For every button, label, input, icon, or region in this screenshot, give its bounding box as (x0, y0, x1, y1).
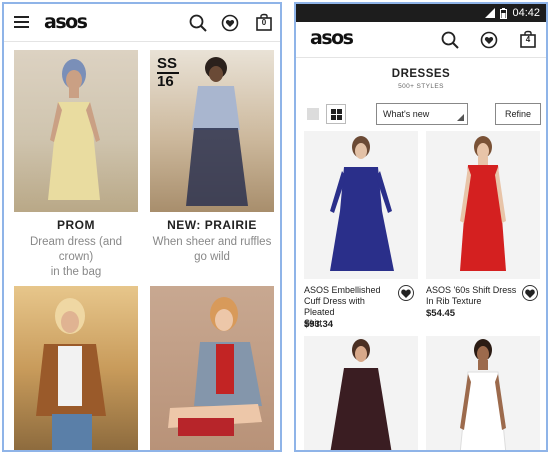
product-name-line1: ASOS '60s Shift Dress (426, 285, 517, 295)
page-subtitle: 500+ STYLES (398, 83, 444, 90)
shopping-bag-icon[interactable]: 0 (255, 12, 273, 32)
bag-count: 0 (261, 18, 267, 27)
tile-title: NEW: PRAIRIE (167, 218, 257, 232)
tile-subtitle-line2: go wild (194, 251, 230, 263)
tile-title: PROM (57, 218, 95, 232)
fringe-jacket-tile-image[interactable] (14, 286, 138, 450)
save-for-later-heart-icon[interactable] (398, 285, 414, 301)
shopping-bag-icon[interactable]: 4 (519, 29, 537, 49)
search-icon[interactable] (440, 30, 460, 50)
product-price: $93.34 (304, 319, 334, 330)
bag-count: 4 (525, 35, 531, 44)
battery-icon (500, 7, 508, 19)
product-image[interactable] (426, 336, 540, 450)
asos-logo[interactable]: asos (310, 27, 354, 49)
asos-logo[interactable]: asos (44, 11, 88, 33)
refine-button[interactable]: Refine (495, 103, 541, 125)
sort-selected-value: What's new (383, 109, 430, 119)
page-title: DRESSES (391, 68, 451, 80)
product-image[interactable] (304, 336, 418, 450)
prairie-tile-caption[interactable]: NEW: PRAIRIE When sheer and ruffles go w… (150, 218, 274, 265)
status-time: 04:42 (512, 7, 540, 19)
product-image[interactable] (426, 131, 540, 279)
product-name-line2: Cuff Dress with Pleated (304, 296, 365, 317)
right-screen: 04:42 asos 4 DRESSES 500+ STYLES What's … (294, 2, 548, 452)
app-header: asos 0 (4, 4, 280, 42)
product-name[interactable]: ASOS '60s Shift Dress In Rib Texture (426, 285, 518, 307)
status-bar: 04:42 (296, 4, 546, 22)
prom-tile-image[interactable] (14, 50, 138, 212)
grid-view-icon[interactable] (326, 104, 346, 124)
denim-jacket-tile-image[interactable] (150, 286, 274, 450)
product-name-line1: ASOS Embellished (304, 285, 381, 295)
badge-line1: SS (157, 55, 178, 72)
tile-subtitle-line1: When sheer and ruffles (152, 236, 272, 248)
sort-dropdown[interactable]: What's new (376, 103, 468, 125)
product-image[interactable] (304, 131, 418, 279)
ss16-badge: SS 16 (157, 56, 179, 90)
dropdown-arrow-icon (457, 114, 464, 121)
tile-subtitle-line2: in the bag (50, 266, 102, 278)
product-name-line2: In Rib Texture (426, 296, 482, 306)
single-column-view-icon[interactable] (306, 107, 320, 121)
product-price: $54.45 (426, 308, 456, 319)
signal-icon (485, 8, 496, 18)
tile-subtitle-line1: Dream dress (and crown) (29, 236, 123, 263)
menu-icon[interactable] (14, 14, 30, 30)
save-for-later-heart-icon[interactable] (522, 285, 538, 301)
app-header: asos 4 (296, 22, 546, 58)
saved-items-icon[interactable] (220, 13, 240, 33)
prom-tile-caption[interactable]: PROM Dream dress (and crown) in the bag (14, 218, 138, 280)
prairie-tile-image[interactable]: SS 16 (150, 50, 274, 212)
search-icon[interactable] (188, 13, 208, 33)
saved-items-icon[interactable] (479, 30, 499, 50)
left-screen: asos 0 PROM Dream dress (and crown) in t… (2, 2, 282, 452)
badge-line2: 16 (157, 73, 174, 90)
